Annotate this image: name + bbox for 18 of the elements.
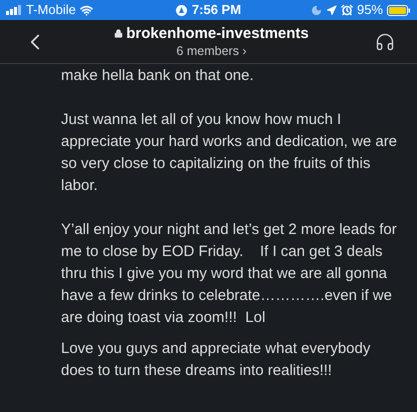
message-text: Just wanna let all of you know how much I appreciate your hard works and dedication, we are so very close to capitalizing on the fruits of this labor.	[61, 110, 398, 196]
message-text: Love you guys and appreciate what everybody does to turn these dreams into realities!!!	[61, 339, 372, 381]
wifi-icon	[80, 4, 93, 16]
lock-icon	[114, 28, 124, 38]
moon-icon	[310, 4, 322, 16]
carrier-name: T-Mobile	[26, 1, 76, 20]
battery-icon	[387, 4, 411, 16]
location-icon	[326, 4, 337, 16]
message-text: Y’all enjoy your night and let’s get 2 more leads for me to close by EOD Friday. If I can get 3 deals thru this I give you my word that we are all gonna have a few drinks to celebrate………….even if we are doing toast via zoom!!! Lol	[61, 220, 398, 328]
status-circle-icon	[176, 4, 187, 16]
headphones-icon[interactable]	[375, 32, 395, 52]
members-link[interactable]: 6 members ›	[176, 42, 247, 60]
channel-name[interactable]: brokenhome-investments	[126, 24, 309, 42]
message-text: make hella bank on that one.	[61, 66, 255, 86]
battery-percent: 95%	[356, 1, 383, 20]
clock-time: 7:56 PM	[192, 1, 242, 20]
alarm-icon	[340, 4, 353, 16]
signal-icon	[6, 5, 22, 15]
